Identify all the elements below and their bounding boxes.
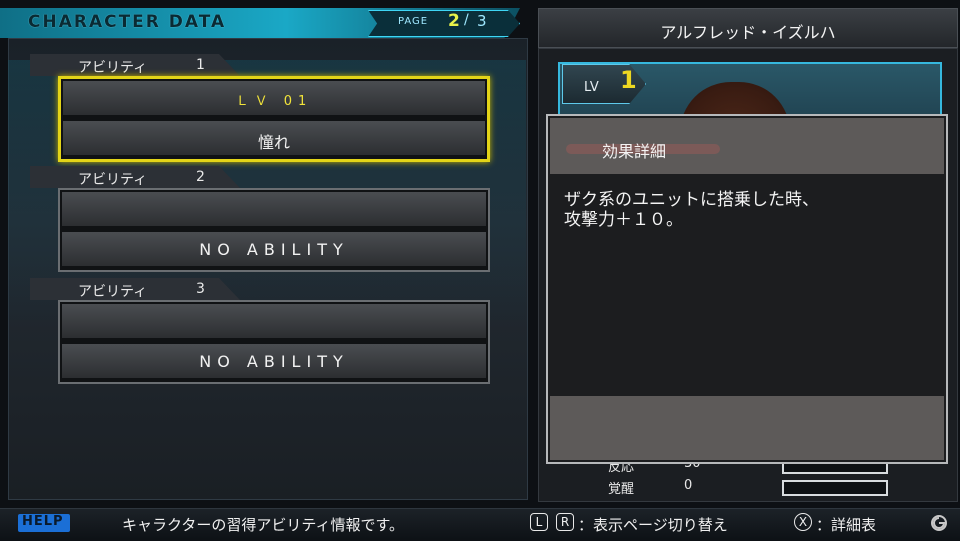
ability-level: ＬＶ 01 bbox=[235, 94, 313, 109]
ability-slot-2[interactable]: NO ABILITY bbox=[58, 188, 490, 272]
ability-name: 憧れ bbox=[257, 133, 290, 152]
ability-name: NO ABILITY bbox=[199, 240, 349, 259]
level-value: 1 bbox=[620, 66, 637, 94]
stat-value: 0 bbox=[684, 478, 693, 493]
ability-label: アビリティ bbox=[78, 60, 148, 76]
stat-row-awakening: 覚醒 0 bbox=[548, 478, 948, 498]
popup-description: ザク系のユニットに搭乗した時、 攻撃力＋１０。 bbox=[564, 190, 819, 230]
ability-number: 3 bbox=[196, 281, 205, 297]
page-indicator bbox=[368, 10, 520, 37]
stat-label: 覚醒 bbox=[608, 482, 635, 497]
ability-label: アビリティ bbox=[78, 172, 148, 188]
l-button-icon[interactable]: L bbox=[530, 513, 548, 531]
help-badge-label: HELP bbox=[22, 514, 64, 529]
page-current: 2 bbox=[448, 11, 460, 31]
page-switch-hint: ：表示ページ切り替え bbox=[578, 516, 728, 534]
r-button-icon[interactable]: R bbox=[556, 513, 574, 531]
effect-detail-popup: 効果詳細 ザク系のユニットに搭乗した時、 攻撃力＋１０。 bbox=[546, 114, 948, 464]
logo-icon bbox=[931, 515, 947, 531]
x-button-icon[interactable]: X bbox=[794, 513, 812, 531]
page-label: PAGE bbox=[398, 16, 429, 27]
page-total: 3 bbox=[477, 12, 487, 30]
stat-bar bbox=[782, 480, 888, 496]
ability-level-row bbox=[62, 304, 486, 338]
ability-level-row bbox=[62, 192, 486, 226]
popup-footer bbox=[550, 396, 944, 460]
page-separator: / bbox=[464, 12, 469, 28]
popup-header: 効果詳細 bbox=[550, 118, 944, 174]
ability-slot-1[interactable]: ＬＶ 01 憧れ bbox=[58, 76, 490, 162]
ability-slot-3[interactable]: NO ABILITY bbox=[58, 300, 490, 384]
page-title: CHARACTER DATA bbox=[28, 12, 227, 32]
ability-label: アビリティ bbox=[78, 284, 148, 300]
detail-hint: ：詳細表 bbox=[816, 516, 877, 534]
character-header: アルフレッド・イズルハ bbox=[538, 8, 958, 48]
help-text: キャラクターの習得アビリティ情報です。 bbox=[122, 516, 405, 534]
ability-number: 2 bbox=[196, 169, 205, 185]
popup-title: 効果詳細 bbox=[602, 142, 667, 161]
ability-number: 1 bbox=[196, 57, 205, 73]
ability-name: NO ABILITY bbox=[199, 352, 349, 371]
character-name: アルフレッド・イズルハ bbox=[660, 23, 836, 42]
level-label: LV bbox=[584, 80, 599, 95]
